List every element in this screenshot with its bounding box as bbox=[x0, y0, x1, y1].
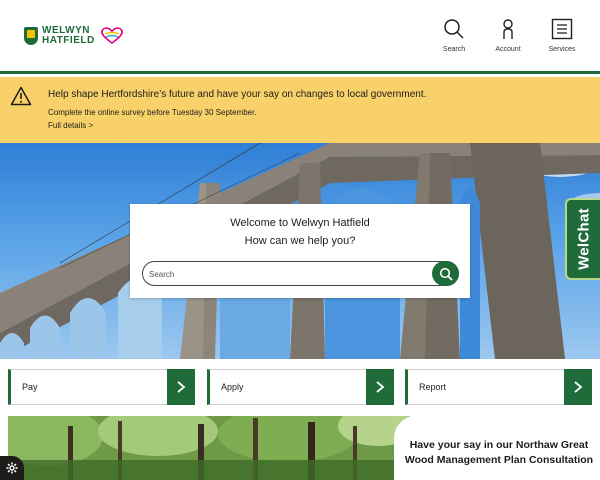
crest-icon bbox=[24, 27, 38, 45]
action-pay[interactable]: Pay bbox=[8, 369, 195, 405]
alert-title: Help shape Hertfordshire’s future and ha… bbox=[48, 89, 427, 100]
search-button[interactable] bbox=[432, 261, 459, 286]
search-icon bbox=[444, 19, 464, 39]
welcome-subheading: How can we help you? bbox=[244, 235, 356, 247]
promo-title: Have your say in our Northaw Great Wood … bbox=[404, 439, 594, 466]
search-box bbox=[142, 261, 459, 286]
welchat-label: WelChat bbox=[575, 208, 592, 270]
action-report-label: Report bbox=[419, 382, 447, 392]
search-icon bbox=[439, 267, 453, 281]
quick-actions: Pay Apply Report bbox=[0, 369, 600, 405]
site-header: WELWYN HATFIELD Search Account Services bbox=[0, 0, 600, 74]
chevron-right-icon bbox=[167, 369, 195, 405]
woodland-image bbox=[8, 416, 410, 480]
warning-icon bbox=[10, 86, 32, 106]
cookie-settings-button[interactable] bbox=[0, 456, 24, 480]
nav-search-label: Search bbox=[442, 46, 466, 53]
nav-account-label: Account bbox=[495, 46, 521, 53]
nav-account[interactable]: Account bbox=[494, 18, 522, 53]
promo-panel: Have your say in our Northaw Great Wood … bbox=[394, 416, 600, 480]
action-apply[interactable]: Apply bbox=[207, 369, 394, 405]
heart-icon bbox=[100, 27, 123, 45]
services-icon bbox=[551, 18, 573, 40]
promo-banner[interactable]: Have your say in our Northaw Great Wood … bbox=[8, 416, 600, 480]
alert-details-link[interactable]: Full details > bbox=[48, 121, 93, 130]
search-input[interactable] bbox=[149, 266, 419, 282]
alert-subtitle: Complete the online survey before Tuesda… bbox=[48, 108, 257, 117]
gear-icon bbox=[6, 462, 18, 474]
welchat-button[interactable]: WelChat bbox=[565, 198, 600, 280]
logo-line-2: HATFIELD bbox=[42, 35, 95, 46]
nav-search[interactable]: Search bbox=[440, 18, 468, 53]
action-pay-label: Pay bbox=[22, 382, 38, 392]
search-card: Welcome to Welwyn Hatfield How can we he… bbox=[130, 204, 470, 298]
header-nav: Search Account Services bbox=[440, 18, 576, 53]
account-icon bbox=[503, 19, 513, 39]
chevron-right-icon bbox=[564, 369, 592, 405]
nav-services[interactable]: Services bbox=[548, 18, 576, 53]
welcome-heading: Welcome to Welwyn Hatfield bbox=[230, 217, 370, 229]
action-apply-label: Apply bbox=[221, 382, 244, 392]
chevron-right-icon bbox=[366, 369, 394, 405]
site-logo[interactable]: WELWYN HATFIELD bbox=[24, 26, 123, 46]
action-report[interactable]: Report bbox=[405, 369, 592, 405]
logo-wordmark: WELWYN HATFIELD bbox=[42, 26, 95, 46]
alert-banner: Help shape Hertfordshire’s future and ha… bbox=[0, 77, 600, 143]
nav-services-label: Services bbox=[548, 46, 576, 53]
